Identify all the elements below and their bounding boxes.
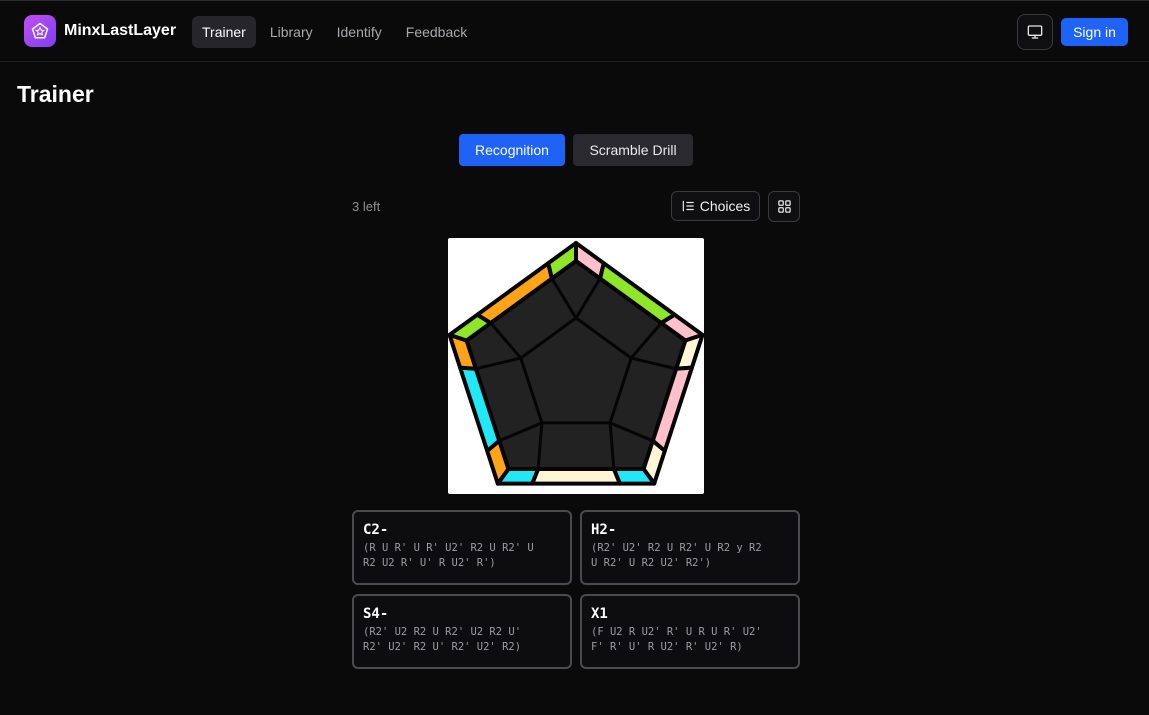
side-sticker — [530, 467, 622, 486]
case-algorithm: (R2' U2' R2 U R2' U R2 y R2 — [591, 542, 762, 554]
grid-view-button[interactable] — [768, 191, 800, 222]
answer-card-h2[interactable]: H2- (R2' U2' R2 U R2' U R2 y R2 U R2' U … — [580, 510, 800, 585]
case-name: S4- — [363, 606, 389, 622]
nav-item-library[interactable]: Library — [260, 16, 323, 48]
sign-in-button[interactable]: Sign in — [1061, 18, 1128, 46]
choices-button[interactable]: Choices — [671, 191, 760, 221]
case-algorithm: (F U2 R U2' R' U R U R' U2' — [591, 626, 762, 638]
mode-tabs: Recognition Scramble Drill — [459, 134, 693, 166]
tab-scramble-drill[interactable]: Scramble Drill — [573, 134, 693, 166]
display-mode-button[interactable] — [1017, 14, 1053, 50]
grid-icon — [777, 200, 791, 213]
case-name: X1 — [591, 606, 608, 622]
case-name: C2- — [363, 522, 389, 538]
brand-name[interactable]: MinxLastLayer — [64, 22, 176, 40]
page-title: Trainer — [17, 81, 94, 107]
main-nav: Trainer Library Identify Feedback — [192, 16, 477, 48]
list-ordered-icon — [682, 200, 694, 212]
answer-card-s4[interactable]: S4- (R2' U2 R2 U R2' U2 R2 U' R2' U2' R2… — [352, 594, 572, 669]
pentagon-star-icon[interactable] — [24, 15, 56, 47]
puzzle-preview — [447, 238, 705, 494]
tab-recognition[interactable]: Recognition — [459, 134, 565, 166]
answer-card-x1[interactable]: X1 (F U2 R U2' R' U R U R' U2' F' R' U' … — [580, 594, 800, 669]
nav-item-feedback[interactable]: Feedback — [396, 16, 477, 48]
nav-item-identify[interactable]: Identify — [327, 16, 392, 48]
answer-card-c2[interactable]: C2- (R U R' U R' U2' R2 U R2' U R2 U2 R'… — [352, 510, 572, 585]
case-algorithm: (R2' U2 R2 U R2' U2 R2 U' — [363, 626, 522, 638]
case-name: H2- — [591, 522, 617, 538]
monitor-icon — [1027, 25, 1043, 39]
case-algorithm: R2' U2' R2 U' R2' U2' R2) — [363, 641, 522, 653]
remaining-count: 3 left — [352, 199, 381, 214]
choices-label: Choices — [699, 198, 751, 214]
case-algorithm: R2 U2 R' U' R U2' R') — [363, 557, 496, 569]
case-algorithm: U R2' U R2 U2' R2') — [591, 557, 712, 569]
case-algorithm: F' R' U' R U2' R' U2' R) — [591, 641, 743, 653]
case-algorithm: (R U R' U R' U2' R2 U R2' U — [363, 542, 534, 554]
megaminx-last-layer-diagram — [447, 241, 705, 486]
nav-item-trainer[interactable]: Trainer — [192, 16, 256, 48]
top-navigation-bar: MinxLastLayer Trainer Library Identify F… — [0, 0, 1149, 62]
